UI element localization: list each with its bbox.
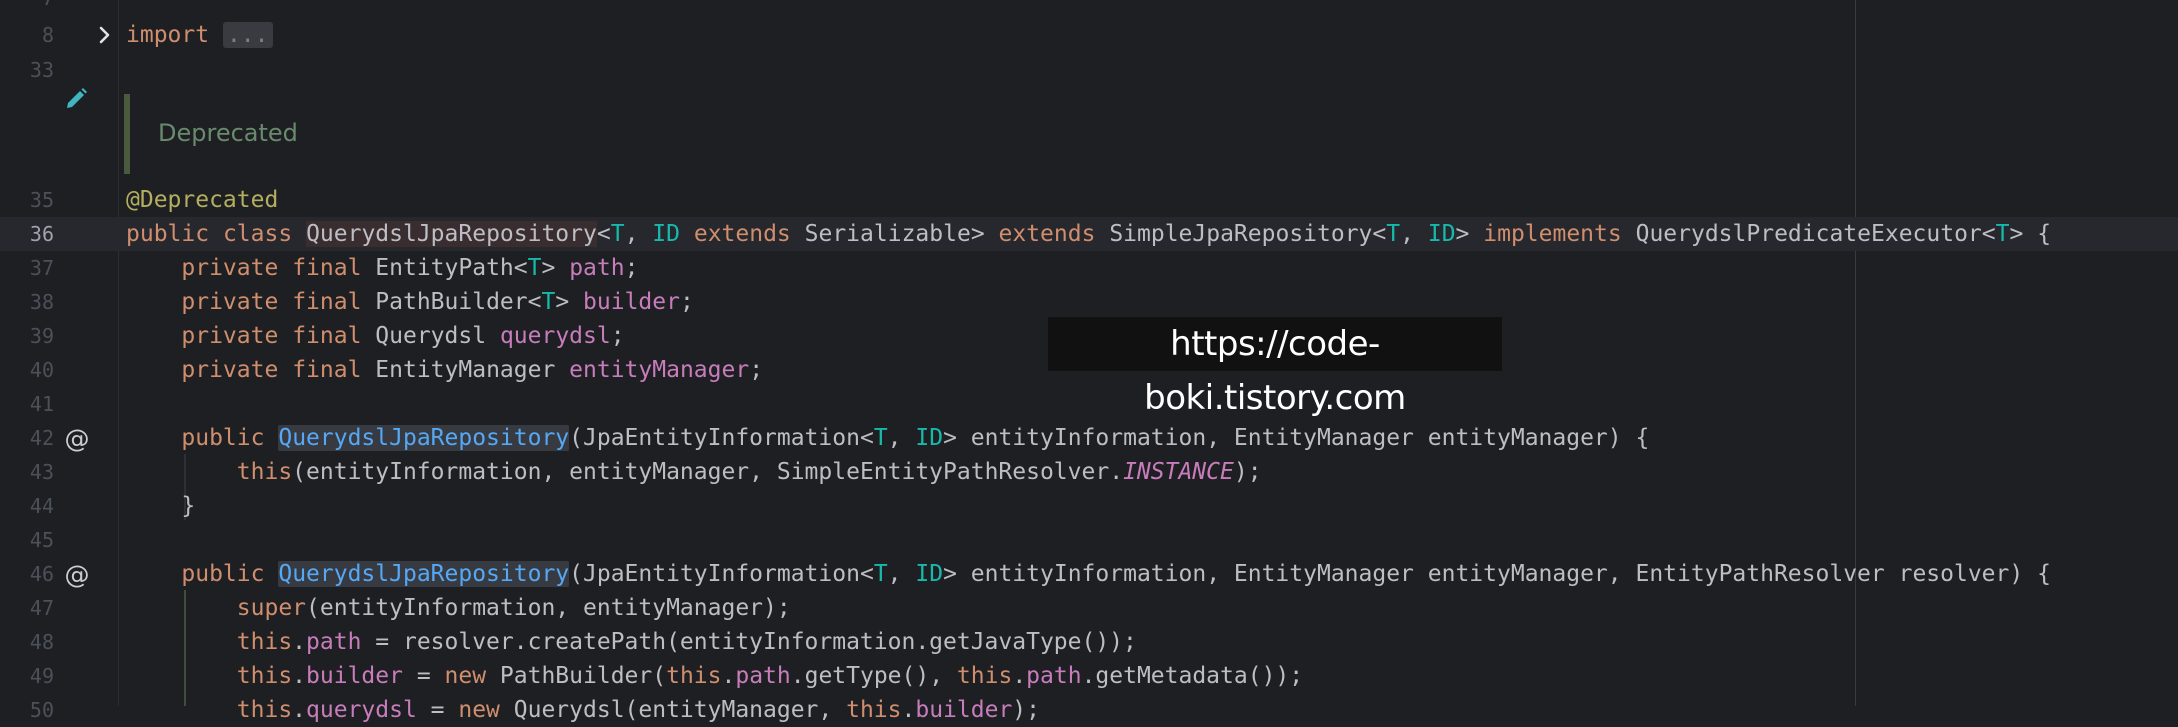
code-line[interactable]: 37 private final EntityPath<T> path; (0, 251, 2178, 285)
code-text: } (126, 493, 196, 519)
code-line[interactable]: 8 import ... (0, 18, 2178, 52)
code-text: @Deprecated (126, 187, 279, 213)
line-number: 45 (29, 528, 54, 552)
code-text: private final Querydsl querydsl; (181, 323, 625, 349)
code-line[interactable]: 49 this.builder = new PathBuilder(this.p… (0, 659, 2178, 693)
code-text: import ... (126, 18, 273, 52)
code-text: super(entityInformation, entityManager); (236, 595, 791, 621)
line-number: 41 (29, 392, 54, 416)
code-text: this(entityInformation, entityManager, S… (236, 459, 1262, 485)
code-line[interactable]: 50 this.querydsl = new Querydsl(entityMa… (0, 693, 2178, 727)
line-number: 36 (29, 222, 54, 246)
line-number: 50 (29, 698, 54, 722)
pencil-icon[interactable] (63, 86, 89, 112)
line-number: 49 (29, 664, 54, 688)
line-number: 47 (29, 596, 54, 620)
line-number: 38 (29, 290, 54, 314)
code-text: private final EntityManager entityManage… (181, 357, 764, 383)
code-line[interactable]: 35 @Deprecated (0, 183, 2178, 217)
line-number: 40 (29, 358, 54, 382)
code-editor[interactable]: 7 8 import ... 33 Deprecated 35 @Depreca… (0, 0, 2178, 723)
code-line[interactable]: 38 private final PathBuilder<T> builder; (0, 285, 2178, 319)
code-line-current[interactable]: 36 public class QuerydslJpaRepository<T,… (0, 217, 2178, 251)
code-text: this.querydsl = new Querydsl(entityManag… (236, 697, 1040, 723)
chevron-right-icon[interactable] (95, 18, 115, 52)
code-text: private final PathBuilder<T> builder; (181, 289, 694, 315)
code-line[interactable]: 43 this(entityInformation, entityManager… (0, 455, 2178, 489)
line-number: 43 (29, 460, 54, 484)
code-text: private final EntityPath<T> path; (181, 255, 639, 281)
line-number: 35 (29, 188, 54, 212)
code-line[interactable]: 45 (0, 523, 2178, 557)
code-line[interactable]: 33 (0, 53, 2178, 87)
line-number: 37 (29, 256, 54, 280)
at-implements-icon[interactable]: @ (62, 421, 92, 455)
code-line[interactable]: 41 (0, 387, 2178, 421)
code-text: public QuerydslJpaRepository(JpaEntityIn… (181, 425, 1650, 451)
code-line[interactable]: 47 super(entityInformation, entityManage… (0, 591, 2178, 625)
code-text: public class QuerydslJpaRepository<T, ID… (126, 221, 2052, 247)
line-number: 39 (29, 324, 54, 348)
line-number: 33 (29, 58, 54, 82)
line-number: 7 (0, 0, 54, 15)
line-number: 44 (29, 494, 54, 518)
inlay-doc-bar (124, 94, 130, 174)
code-line[interactable]: 7 (0, 0, 2178, 15)
code-text: this.path = resolver.createPath(entityIn… (236, 629, 1137, 655)
watermark-url: https://code-boki.tistory.com (1048, 317, 1502, 418)
code-text: this.builder = new PathBuilder(this.path… (236, 663, 1304, 689)
line-number: 46 (29, 562, 54, 586)
line-number: 48 (29, 630, 54, 654)
inlay-doc-hint[interactable]: Deprecated (158, 119, 298, 147)
fold-placeholder[interactable]: ... (222, 22, 273, 48)
code-line[interactable]: 48 this.path = resolver.createPath(entit… (0, 625, 2178, 659)
code-line[interactable]: 46 @ public QuerydslJpaRepository(JpaEnt… (0, 557, 2178, 591)
code-line[interactable]: 42 @ public QuerydslJpaRepository(JpaEnt… (0, 421, 2178, 455)
at-implements-icon[interactable]: @ (62, 557, 92, 591)
line-number: 8 (41, 23, 54, 47)
code-text: public QuerydslJpaRepository(JpaEntityIn… (181, 561, 2051, 587)
line-number: 42 (29, 426, 54, 450)
code-line[interactable]: 44 } (0, 489, 2178, 523)
